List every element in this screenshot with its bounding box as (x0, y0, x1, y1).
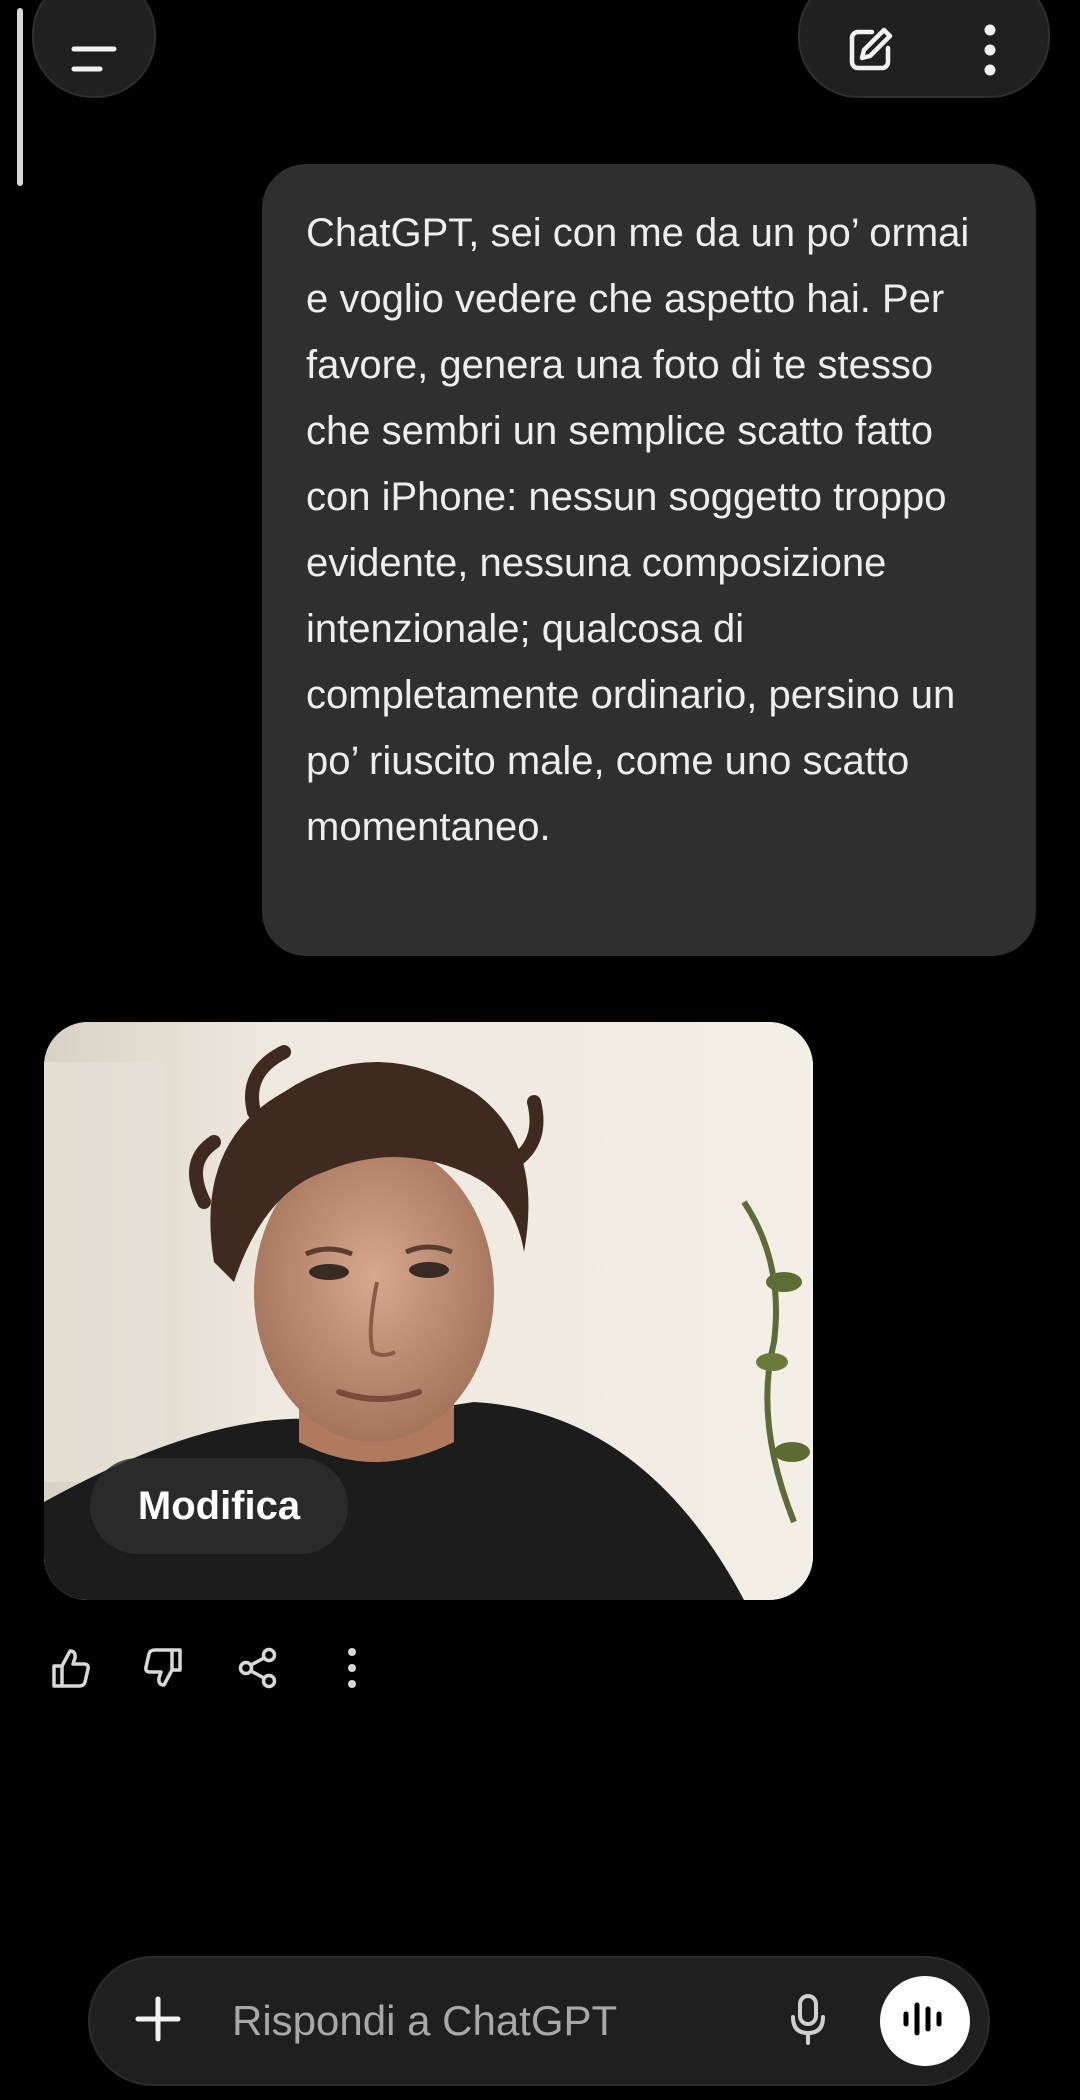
voice-mode-icon (900, 1999, 950, 2044)
thumbs-down-icon (142, 1646, 186, 1695)
voice-mode-button[interactable] (880, 1976, 970, 2066)
new-chat-button[interactable] (820, 12, 920, 92)
microphone-icon (788, 1993, 828, 2050)
edit-icon (842, 22, 898, 83)
menu-button[interactable] (32, 0, 156, 98)
plus-icon (134, 1995, 182, 2048)
user-message-text: ChatGPT, sei con me da un po’ ormai e vo… (306, 211, 970, 849)
more-options-button[interactable] (950, 12, 1030, 92)
thumbs-up-button[interactable] (40, 1640, 100, 1700)
message-input[interactable]: Rispondi a ChatGPT (232, 1958, 617, 2084)
more-vertical-icon (345, 1646, 359, 1695)
share-icon (236, 1646, 280, 1695)
user-message-bubble[interactable]: ChatGPT, sei con me da un po’ ormai e vo… (262, 164, 1036, 956)
thumbs-up-icon (48, 1646, 92, 1695)
menu-icon (68, 43, 120, 82)
edit-image-button[interactable]: Modifica (90, 1458, 348, 1554)
more-vertical-icon (980, 22, 1000, 83)
message-more-button[interactable] (322, 1640, 382, 1700)
message-composer[interactable]: Rispondi a ChatGPT (88, 1956, 990, 2086)
dictation-button[interactable] (778, 1991, 838, 2051)
header-actions (798, 0, 1050, 98)
share-button[interactable] (228, 1640, 288, 1700)
thumbs-down-button[interactable] (134, 1640, 194, 1700)
scroll-indicator[interactable] (17, 8, 23, 186)
edit-image-label: Modifica (137, 1483, 301, 1528)
add-button[interactable] (128, 1991, 188, 2051)
